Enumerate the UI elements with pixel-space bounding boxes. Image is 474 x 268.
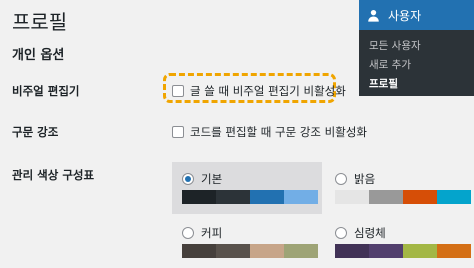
submenu-item-profile[interactable]: 프로필: [369, 76, 398, 91]
color-swatch: [437, 190, 471, 204]
scheme-swatches: [335, 244, 471, 258]
scheme-option[interactable]: 커피: [172, 216, 322, 268]
users-menu-title[interactable]: 사용자: [388, 7, 421, 24]
scheme-swatches: [335, 190, 471, 204]
visual-editor-option[interactable]: 글 쓸 때 비주얼 편집기 비활성화: [172, 83, 346, 99]
visual-editor-label: 비주얼 편집기: [12, 84, 80, 98]
page-title: 프로필: [12, 10, 68, 34]
scheme-radio[interactable]: [335, 173, 347, 185]
color-swatch: [335, 244, 369, 258]
visual-editor-checkbox[interactable]: [172, 85, 184, 97]
color-swatch: [284, 190, 318, 204]
color-swatch: [369, 244, 403, 258]
color-swatch: [369, 190, 403, 204]
scheme-name: 기본: [201, 172, 223, 186]
scheme-swatches: [182, 244, 318, 258]
users-submenu: 사용자 모든 사용자 새로 추가 프로필: [359, 0, 474, 96]
color-swatch: [182, 190, 216, 204]
submenu-item-all-users[interactable]: 모든 사용자: [369, 38, 421, 53]
visual-editor-checkbox-label[interactable]: 글 쓸 때 비주얼 편집기 비활성화: [190, 83, 346, 99]
user-icon: [367, 9, 380, 22]
scheme-option[interactable]: 밝음: [325, 162, 474, 214]
color-swatch: [182, 244, 216, 258]
color-swatch: [437, 244, 471, 258]
submenu-item-add-new[interactable]: 새로 추가: [369, 57, 411, 72]
syntax-label: 구문 강조: [12, 125, 59, 139]
syntax-option[interactable]: 코드를 편집할 때 구문 강조 비활성화: [172, 124, 367, 140]
color-swatch: [335, 190, 369, 204]
scheme-name: 밝음: [354, 172, 376, 186]
scheme-option[interactable]: 심령체: [325, 216, 474, 268]
color-swatch: [250, 190, 284, 204]
scheme-radio[interactable]: [182, 173, 194, 185]
users-menu-header[interactable]: 사용자: [359, 0, 474, 30]
color-swatch: [284, 244, 318, 258]
color-scheme-label: 관리 색상 구성표: [12, 168, 95, 182]
color-swatch: [403, 244, 437, 258]
syntax-checkbox[interactable]: [172, 126, 184, 138]
color-swatch: [250, 244, 284, 258]
syntax-checkbox-label[interactable]: 코드를 편집할 때 구문 강조 비활성화: [190, 124, 367, 140]
section-title: 개인 옵션: [12, 48, 65, 63]
scheme-name: 심령체: [354, 226, 386, 240]
scheme-swatches: [182, 190, 318, 204]
color-swatch: [216, 244, 250, 258]
scheme-radio[interactable]: [182, 227, 194, 239]
scheme-radio[interactable]: [335, 227, 347, 239]
color-swatch: [403, 190, 437, 204]
color-swatch: [216, 190, 250, 204]
scheme-name: 커피: [201, 226, 223, 240]
scheme-option[interactable]: 기본: [172, 162, 322, 214]
